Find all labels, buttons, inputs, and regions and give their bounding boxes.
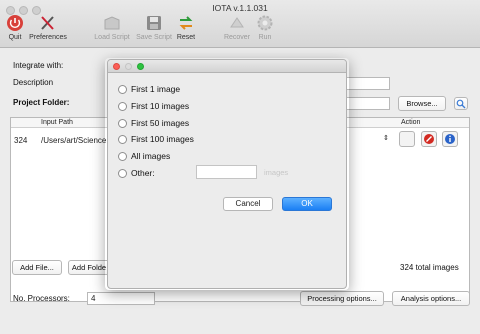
chevron-updown-icon[interactable]: ⇕ xyxy=(383,134,391,144)
option-first-1[interactable]: First 1 image xyxy=(118,83,180,95)
dialog-zoom-button[interactable] xyxy=(137,63,144,70)
window-title: IOTA v.1.1.031 xyxy=(212,3,268,13)
save-script-icon xyxy=(147,16,161,30)
reset-button[interactable]: Reset xyxy=(164,14,208,41)
option-label: Other: xyxy=(131,168,155,178)
radio-icon[interactable] xyxy=(118,134,127,144)
option-first-50[interactable]: First 50 images xyxy=(118,117,189,129)
window-titlebar: IOTA v.1.1.031 Quit Preferences Load Scr… xyxy=(0,0,480,48)
row-path: /Users/art/Science, xyxy=(41,136,109,145)
image-count-dialog: First 1 image First 10 images First 50 i… xyxy=(107,59,347,289)
load-script-icon xyxy=(104,16,120,30)
total-images-label: 324 total images xyxy=(400,263,459,272)
preferences-button[interactable]: Preferences xyxy=(26,14,70,41)
browse-button[interactable]: Browse... xyxy=(398,96,446,111)
dialog-minimize-button[interactable] xyxy=(125,63,132,70)
info-icon xyxy=(445,134,455,144)
option-label: First 10 images xyxy=(131,101,190,111)
description-label: Description xyxy=(13,78,54,87)
processors-field[interactable]: 4 xyxy=(87,292,155,305)
quit-label: Quit xyxy=(8,34,22,41)
view-action-button[interactable] xyxy=(399,131,415,147)
info-action-button[interactable] xyxy=(442,131,458,147)
other-count-input[interactable] xyxy=(196,165,257,179)
option-all-images[interactable]: All images xyxy=(118,150,170,162)
ok-button[interactable]: OK xyxy=(282,197,332,211)
radio-icon[interactable] xyxy=(118,118,127,128)
radio-icon[interactable] xyxy=(118,168,127,178)
col-action: Action xyxy=(401,119,421,126)
delete-action-button[interactable] xyxy=(421,131,437,147)
run-label: Run xyxy=(258,34,272,41)
search-icon xyxy=(456,99,466,109)
col-input-path: Input Path xyxy=(41,119,73,126)
add-folder-button[interactable]: Add Folde xyxy=(68,260,110,275)
run-button[interactable]: Run xyxy=(243,14,287,41)
dialog-titlebar xyxy=(108,60,346,73)
load-script-button[interactable]: Load Script xyxy=(90,14,134,41)
preferences-label: Preferences xyxy=(29,34,67,41)
option-first-10[interactable]: First 10 images xyxy=(118,100,189,112)
analysis-options-button[interactable]: Analysis options... xyxy=(392,291,470,306)
add-file-button[interactable]: Add File... xyxy=(12,260,62,275)
processing-options-button[interactable]: Processing options... xyxy=(300,291,384,306)
option-label: All images xyxy=(131,151,171,161)
search-button[interactable] xyxy=(454,97,468,110)
processors-label: No. Processors: xyxy=(13,294,70,303)
preferences-icon xyxy=(41,16,54,30)
quit-icon xyxy=(7,15,23,31)
option-label: First 1 image xyxy=(131,84,181,94)
gear-icon xyxy=(257,15,273,31)
load-script-label: Load Script xyxy=(94,34,130,41)
option-other[interactable]: Other: xyxy=(118,167,155,179)
option-label: First 50 images xyxy=(131,118,190,128)
processors-value: 4 xyxy=(91,294,96,303)
reset-icon xyxy=(179,16,193,30)
dialog-close-button[interactable] xyxy=(113,63,120,70)
reset-label: Reset xyxy=(176,34,196,41)
radio-icon[interactable] xyxy=(118,151,127,161)
row-count: 324 xyxy=(14,136,28,145)
radio-icon[interactable] xyxy=(118,101,127,111)
radio-icon[interactable] xyxy=(118,84,127,94)
stop-icon xyxy=(424,134,434,144)
option-label: First 100 images xyxy=(131,134,194,144)
cancel-button[interactable]: Cancel xyxy=(223,197,273,211)
integrate-label: Integrate with: xyxy=(13,61,64,70)
other-unit-label: images xyxy=(264,168,289,177)
project-folder-label: Project Folder: xyxy=(13,98,70,107)
option-first-100[interactable]: First 100 images xyxy=(118,133,194,145)
